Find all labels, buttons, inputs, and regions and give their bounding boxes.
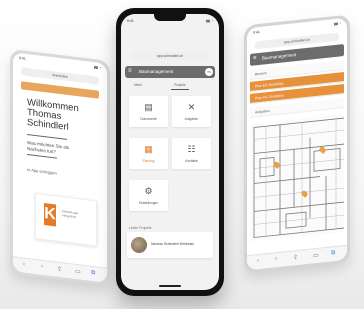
url-bar[interactable]: app.schindlerl.ch — [131, 52, 209, 60]
share-icon[interactable]: ⇪ — [293, 254, 298, 262]
notch — [154, 14, 186, 21]
signal-icon: ▮▮ ◔ — [206, 19, 213, 23]
plan-screen: 9:41 ▮▮ ◔ app.schindlerl.ch ≡ Baumanagem… — [247, 17, 347, 271]
phone-left: 9:41 ▮▮ ◔ Anmelden Willkommen Thomas Sch… — [10, 48, 110, 287]
status-time: 9:41 — [253, 29, 260, 35]
avatar[interactable]: TS — [205, 68, 213, 76]
tile-label: Aufgaben — [184, 117, 199, 121]
project-name: Neubau Schindlerl Wohnbau — [151, 242, 195, 246]
tab-menu[interactable]: Menü — [131, 81, 145, 89]
tile-settings[interactable]: ⚙ Einstellungen — [129, 180, 168, 211]
login-screen: 9:41 ▮▮ ◔ Anmelden Willkommen Thomas Sch… — [13, 52, 107, 283]
menu-icon[interactable]: ≡ — [128, 68, 132, 74]
tile-label: Dokumente — [140, 117, 157, 121]
tab-bar: Menü Projekte — [131, 81, 209, 90]
phone-right: 9:41 ▮▮ ◔ app.schindlerl.ch ≡ Baumanagem… — [244, 14, 350, 274]
back-icon[interactable]: ‹ — [23, 261, 25, 267]
tile-label: Einstellungen — [138, 201, 159, 205]
accent-bar — [21, 81, 99, 99]
browser-toolbar: ‹ › ⇪ ▭ ⧉ — [13, 256, 107, 283]
next-step-question: Was möchten Sie als Nächstes tun? — [27, 139, 70, 154]
settings-icon: ⚙ — [144, 186, 153, 196]
bookmarks-icon[interactable]: ▭ — [313, 252, 319, 260]
tabs-icon[interactable]: ⧉ — [91, 270, 95, 278]
dashboard-screen: 9:41 ▮▮ ◔ app.schindlerl.ch ≡ Baumanagem… — [121, 14, 219, 290]
tile-label: Planung — [142, 159, 155, 163]
app-title: Baumanagement — [262, 52, 297, 61]
contacts-icon: ☷ — [187, 144, 196, 154]
forward-icon[interactable]: › — [41, 264, 43, 270]
integration-card-text: KHAMA app Integration — [62, 209, 79, 219]
tools-icon: ✕ — [187, 102, 196, 112]
integration-card[interactable]: K KHAMA app Integration — [35, 192, 97, 247]
url-text: Anmelden — [52, 73, 68, 79]
url-text: app.schindlerl.ch — [283, 37, 311, 45]
menu-icon[interactable]: ≡ — [253, 55, 257, 61]
tile-documents[interactable]: ▤ Dokumente — [129, 96, 168, 127]
project-thumbnail — [131, 237, 147, 253]
app-login-link[interactable]: In App einloggen — [27, 167, 57, 176]
floor-plan[interactable] — [250, 114, 344, 242]
back-icon[interactable]: ‹ — [257, 258, 259, 264]
tabs-icon[interactable]: ⧉ — [331, 250, 335, 257]
app-title: Baumanagement — [139, 69, 174, 74]
status-time: 9:41 — [19, 55, 26, 61]
k-logo: K — [44, 203, 56, 227]
url-text: app.schindlerl.ch — [156, 54, 184, 58]
phone-center: 9:41 ▮▮ ◔ app.schindlerl.ch ≡ Baumanagem… — [116, 8, 224, 296]
app-header: ≡ Baumanagement TS — [125, 66, 215, 78]
signal-icon: ▮▮ ◔ — [94, 65, 101, 71]
share-icon[interactable]: ⇪ — [57, 266, 62, 274]
welcome-heading: Willkommen Thomas Schindlerl — [27, 96, 79, 134]
browser-toolbar: ‹ › ⇪ ▭ ⧉ — [247, 244, 347, 271]
document-icon: ▤ — [144, 102, 153, 112]
tile-tasks[interactable]: ✕ Aufgaben — [172, 96, 211, 127]
plan-icon: ▦ — [144, 144, 153, 154]
home-indicator — [159, 285, 181, 287]
project-card[interactable]: Neubau Schindlerl Wohnbau — [127, 232, 213, 258]
tile-contacts[interactable]: ☷ Kontakte — [172, 138, 211, 169]
section-label: Letzte Projekte — [129, 226, 152, 230]
forward-icon[interactable]: › — [275, 256, 277, 262]
divider — [27, 133, 67, 140]
tile-label: Kontakte — [185, 159, 198, 163]
bookmarks-icon[interactable]: ▭ — [75, 268, 81, 276]
signal-icon: ▮▮ ◔ — [334, 21, 341, 27]
floor-plan-drawing — [253, 117, 344, 238]
divider — [27, 153, 57, 159]
app-showcase: 9:41 ▮▮ ◔ Anmelden Willkommen Thomas Sch… — [0, 0, 364, 309]
status-time: 9:41 — [127, 19, 134, 23]
tab-projects[interactable]: Projekte — [171, 81, 189, 90]
tile-planning[interactable]: ▦ Planung — [129, 138, 168, 169]
